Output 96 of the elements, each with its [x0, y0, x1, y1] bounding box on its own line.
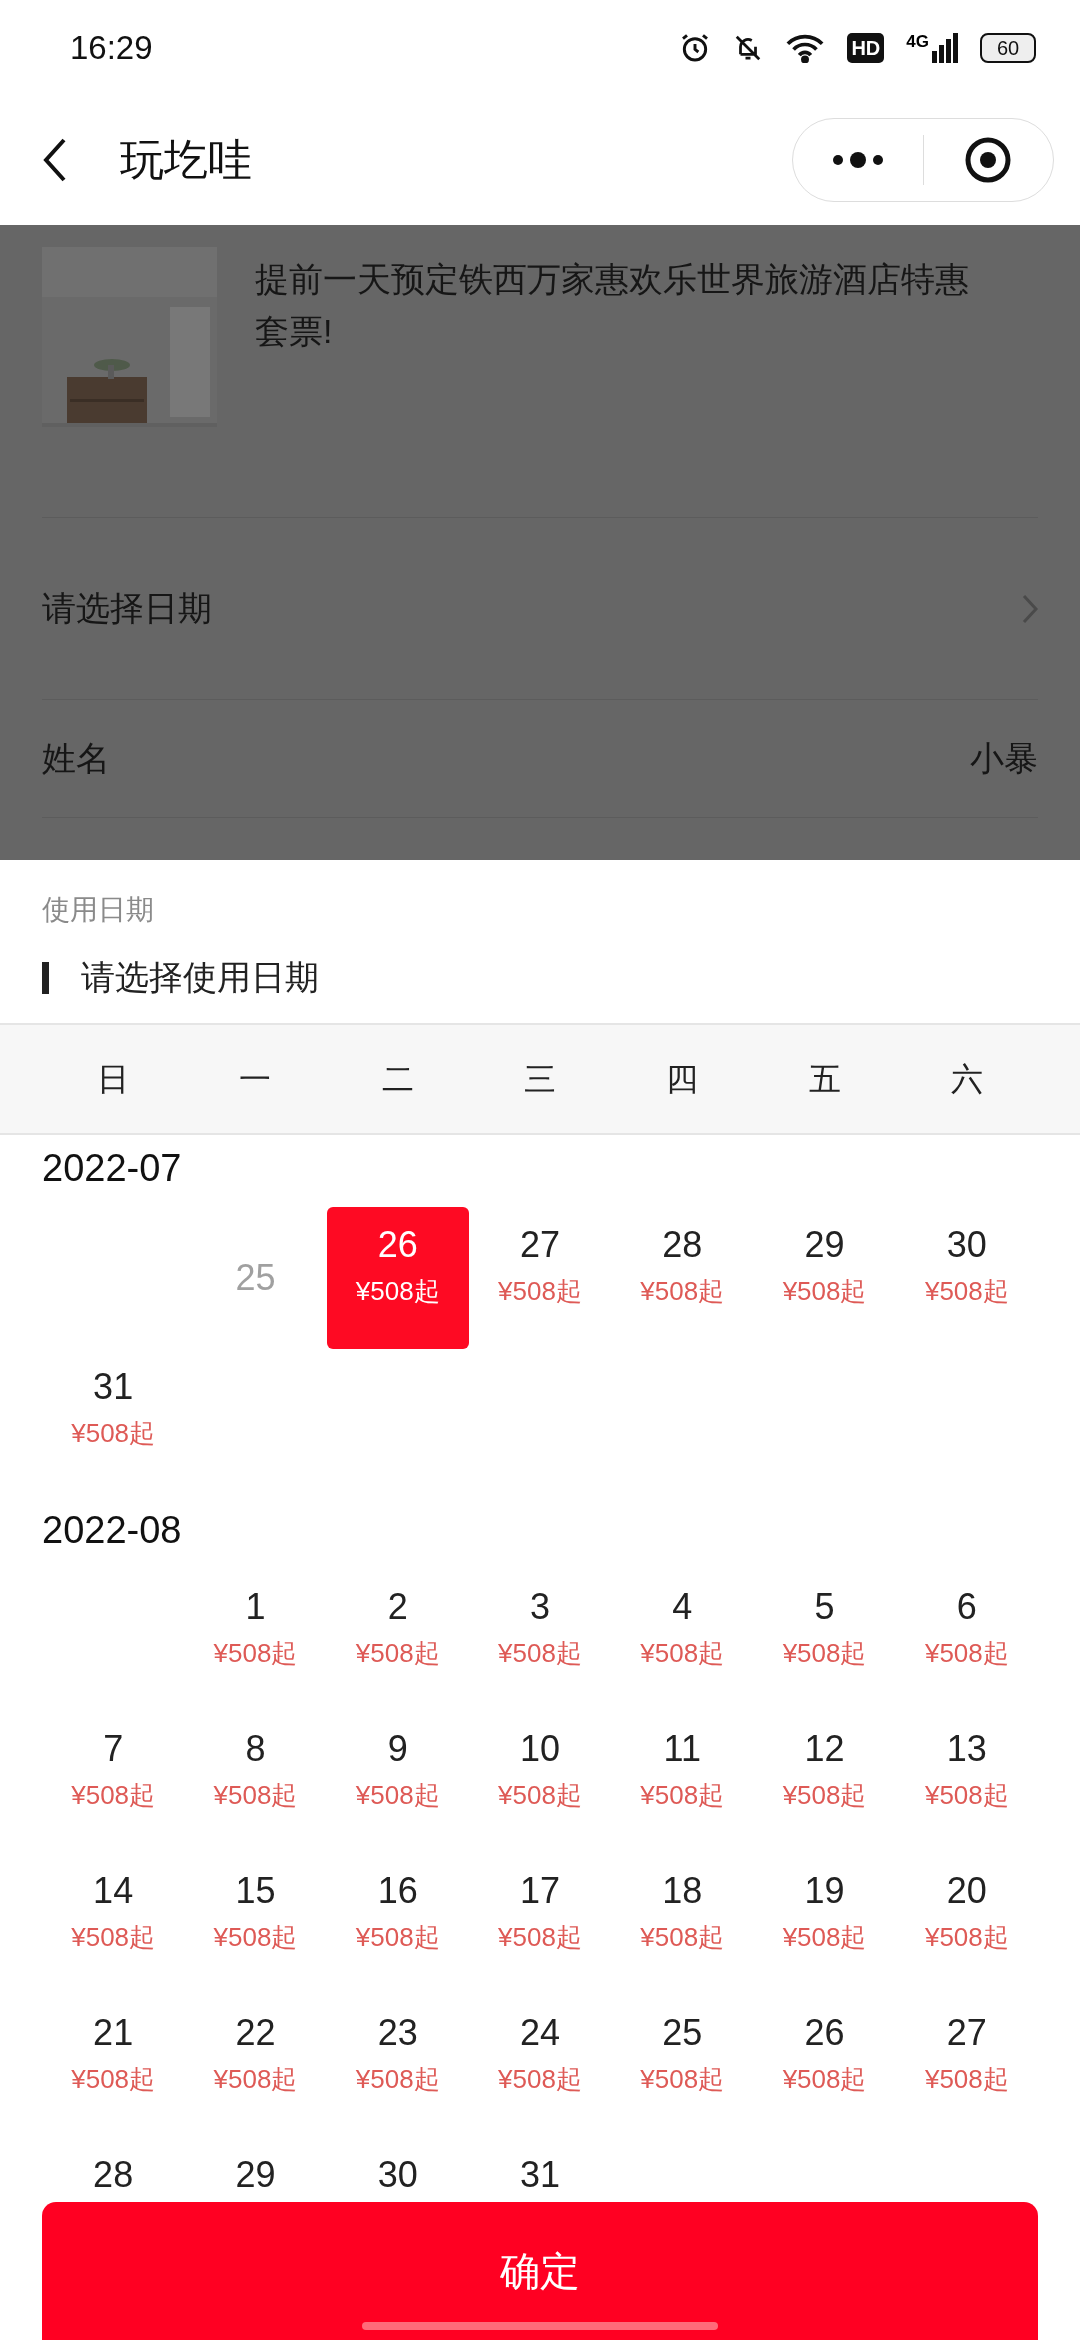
day-number[interactable]: 5: [814, 1585, 835, 1629]
day-price: ¥508起: [782, 1275, 867, 1308]
day-number[interactable]: 20: [946, 1869, 987, 1913]
day-number: 25: [235, 1256, 276, 1300]
day-number[interactable]: 27: [946, 2011, 987, 2055]
chevron-icon: [1022, 593, 1038, 624]
day-price: ¥508起: [924, 1921, 1009, 1954]
signal-icon: [932, 32, 958, 63]
day-number[interactable]: 3: [529, 1585, 550, 1629]
day-price: ¥508起: [924, 1637, 1009, 1670]
selected-day[interactable]: 26 ¥508起: [326, 1207, 469, 1349]
weekday-label: 四: [665, 1060, 700, 1099]
day-number[interactable]: 27: [519, 1223, 560, 1267]
day-price: ¥508起: [924, 1275, 1009, 1308]
close-target-icon[interactable]: [964, 136, 1013, 184]
weekday-label: 二: [380, 1060, 415, 1099]
day-number[interactable]: 26: [804, 2011, 845, 2055]
network-type: 4G: [906, 32, 929, 50]
day-number[interactable]: 7: [103, 1727, 124, 1771]
confirm-button[interactable]: 确定: [42, 2202, 1038, 2340]
day-number[interactable]: 28: [662, 1223, 703, 1267]
month-title: 2022-07: [42, 1146, 183, 1191]
day-price: ¥508起: [924, 2063, 1009, 2096]
day-number[interactable]: 1: [245, 1585, 266, 1629]
day-price: ¥508起: [71, 1921, 156, 1954]
day-number[interactable]: 4: [672, 1585, 693, 1629]
day-price: ¥508起: [640, 1637, 725, 1670]
day-price: ¥508起: [213, 1779, 298, 1812]
day-price: ¥508起: [640, 1779, 725, 1812]
day-number[interactable]: 30: [946, 1223, 987, 1267]
day-price: ¥508起: [640, 2063, 725, 2096]
day-number[interactable]: 8: [245, 1727, 266, 1771]
weekday-label: 五: [807, 1060, 842, 1099]
day-price: ¥508起: [71, 2063, 156, 2096]
sheet-title: 使用日期: [42, 893, 155, 927]
day-price: ¥508起: [355, 1779, 440, 1812]
day-number[interactable]: 29: [804, 1223, 845, 1267]
day-number[interactable]: 15: [235, 1869, 276, 1913]
sheet-subtitle: 请选择使用日期: [81, 957, 319, 998]
day-price: ¥508起: [71, 1779, 156, 1812]
day-number[interactable]: 11: [663, 1727, 701, 1771]
back-icon[interactable]: [42, 137, 68, 183]
weekday-label: 一: [238, 1060, 273, 1099]
day-price: ¥508起: [213, 1637, 298, 1670]
day-number[interactable]: 12: [804, 1727, 845, 1771]
day-number[interactable]: 10: [519, 1727, 560, 1771]
day-price: ¥508起: [355, 1637, 440, 1670]
hd-badge: HD: [847, 32, 885, 63]
day-price: ¥508起: [498, 1921, 582, 1954]
day-price: ¥508起: [498, 1779, 582, 1812]
day-price: ¥508起: [782, 1637, 867, 1670]
weekday-label: 日: [96, 1060, 131, 1099]
day-price: ¥508起: [498, 1275, 582, 1308]
accent-bar: [42, 961, 49, 994]
day-number[interactable]: 19: [804, 1869, 845, 1913]
day-price: ¥508起: [498, 2063, 582, 2096]
wifi-icon: [785, 32, 826, 63]
day-number[interactable]: 22: [235, 2011, 276, 2055]
day-price: ¥508起: [782, 1779, 867, 1812]
day-price: ¥508起: [498, 1637, 582, 1670]
battery-indicator: 60: [980, 32, 1036, 63]
day-number[interactable]: 28: [93, 2153, 134, 2197]
day-price: ¥508起: [355, 2063, 440, 2096]
day-number[interactable]: 9: [387, 1727, 408, 1771]
page-title: 玩圪哇: [120, 134, 253, 186]
field-value: 小暴: [970, 738, 1038, 779]
day-number[interactable]: 6: [956, 1585, 977, 1629]
day-number[interactable]: 17: [519, 1869, 560, 1913]
day-price: ¥508起: [782, 1921, 867, 1954]
day-price: ¥508起: [213, 2063, 298, 2096]
day-price: ¥508起: [924, 1779, 1009, 1812]
product-title: 提前一天预定铁西万家惠欢乐世界旅游酒店特惠套票!: [255, 259, 970, 352]
day-number[interactable]: 13: [946, 1727, 987, 1771]
weekday-label: 六: [949, 1060, 984, 1099]
day-price: ¥508起: [213, 1921, 298, 1954]
day-number[interactable]: 29: [235, 2153, 276, 2197]
day-price: ¥508起: [355, 1921, 440, 1954]
day-price: ¥508起: [71, 1417, 156, 1450]
day-number[interactable]: 25: [662, 2011, 703, 2055]
day-number[interactable]: 18: [662, 1869, 703, 1913]
day-number[interactable]: 31: [519, 2153, 560, 2197]
day-number[interactable]: 30: [377, 2153, 418, 2197]
weekday-label: 三: [523, 1060, 557, 1099]
day-number[interactable]: 21: [93, 2011, 134, 2055]
day-number[interactable]: 16: [377, 1869, 418, 1913]
day-price: ¥508起: [782, 2063, 867, 2096]
day-price: ¥508起: [640, 1921, 725, 1954]
clock-time: 16:29: [70, 27, 153, 68]
day-price: ¥508起: [640, 1275, 725, 1308]
month-title: 2022-08: [42, 1508, 183, 1553]
day-number[interactable]: 24: [519, 2011, 560, 2055]
field-label: 姓名: [42, 738, 110, 779]
day-number[interactable]: 2: [387, 1585, 408, 1629]
day-number[interactable]: 23: [377, 2011, 418, 2055]
day-number[interactable]: 14: [93, 1869, 134, 1913]
day-number[interactable]: 31: [93, 1365, 134, 1409]
